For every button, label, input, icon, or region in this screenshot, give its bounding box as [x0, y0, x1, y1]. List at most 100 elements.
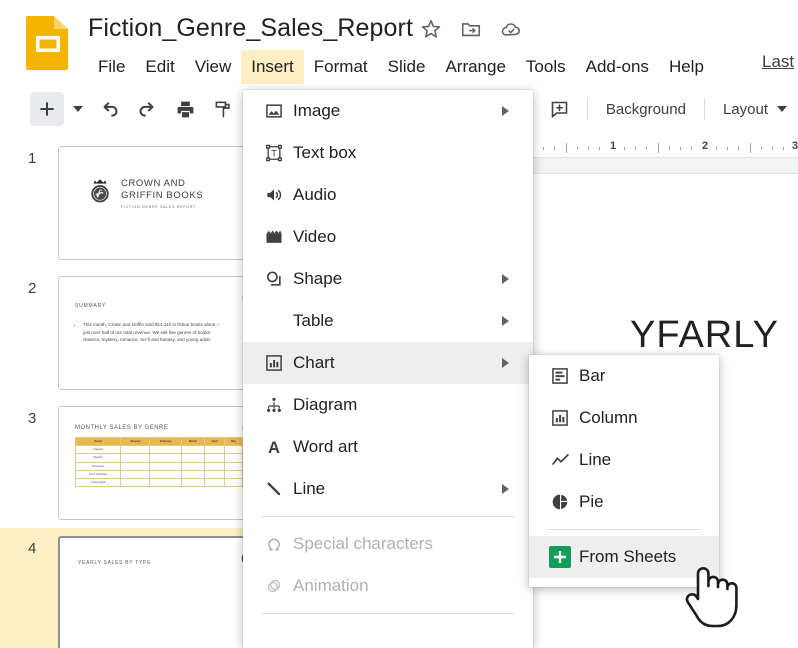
- brand-subtitle: FICTION GENRE SALES REPORT: [121, 205, 196, 209]
- menu-item-label: Chart: [293, 353, 335, 372]
- slide-thumbnail[interactable]: CROWN AND GRIFFIN BOOKS FICTION GENRE SA…: [58, 146, 258, 260]
- menu-item-video[interactable]: Video: [243, 216, 533, 258]
- layout-caret-icon[interactable]: [772, 92, 792, 126]
- menu-help[interactable]: Help: [659, 50, 714, 84]
- filmstrip-slide-1[interactable]: 1 CROWN AND GRIFFIN BOOKS FICTION GENRE …: [0, 138, 258, 268]
- table-cell: [149, 469, 182, 479]
- table-cell: [120, 469, 151, 479]
- submenu-divider: [547, 529, 701, 530]
- table-row: Classics: [74, 445, 243, 455]
- table-cell: [120, 461, 151, 471]
- menu-item-diagram[interactable]: Diagram: [243, 384, 533, 426]
- shape-icon: [255, 269, 293, 289]
- menu-insert[interactable]: Insert: [241, 50, 304, 84]
- table-cell: [149, 477, 182, 488]
- brand-line-2: GRIFFIN BOOKS: [121, 190, 204, 201]
- menu-item-animation: Animation: [243, 565, 533, 607]
- table-cell: [149, 461, 182, 471]
- chart-submenu-panel: Bar Column Line Pie From Sheets: [529, 355, 719, 587]
- slide-number: 3: [28, 410, 37, 427]
- animation-icon: [255, 576, 293, 596]
- menu-edit[interactable]: Edit: [135, 50, 184, 84]
- table-cell: [204, 469, 226, 479]
- submenu-item-bar[interactable]: Bar: [529, 355, 719, 397]
- menu-item-special-characters: Special characters: [243, 523, 533, 565]
- submenu-item-pie[interactable]: Pie: [529, 481, 719, 523]
- menu-format[interactable]: Format: [304, 50, 378, 84]
- print-button[interactable]: [168, 92, 202, 126]
- menu-tools[interactable]: Tools: [516, 50, 576, 84]
- table-header-row: Genre January February March April May: [74, 436, 243, 447]
- diagram-icon: [255, 395, 293, 415]
- table-row: Young adult: [74, 477, 243, 488]
- menu-file[interactable]: File: [88, 50, 135, 84]
- layout-button[interactable]: Layout: [715, 95, 776, 124]
- table-cell: [224, 477, 243, 488]
- menu-item-audio[interactable]: Audio: [243, 174, 533, 216]
- menu-arrange[interactable]: Arrange: [435, 50, 515, 84]
- column-chart-icon: [541, 408, 579, 428]
- canvas-visible-text: YFARLY: [630, 314, 779, 356]
- document-title[interactable]: Fiction_Genre_Sales_Report: [88, 14, 413, 43]
- slide-heading: MONTHLY SALES BY GENRE: [75, 425, 169, 431]
- toolbar-right-group: Background Layout: [502, 92, 792, 126]
- chevron-right-icon: [502, 484, 509, 494]
- redo-button[interactable]: [130, 92, 164, 126]
- svg-text:A: A: [268, 438, 280, 457]
- menu-view[interactable]: View: [185, 50, 242, 84]
- menu-item-table[interactable]: Table: [243, 300, 533, 342]
- table-cell: [224, 445, 243, 455]
- table-cell: [204, 477, 226, 488]
- omega-icon: [255, 534, 293, 554]
- audio-icon: [255, 185, 293, 205]
- menu-slide[interactable]: Slide: [378, 50, 436, 84]
- menu-item-line[interactable]: Line: [243, 468, 533, 510]
- menu-item-image[interactable]: Image: [243, 90, 533, 132]
- slide-thumbnail[interactable]: SUMMARY This month, Crown and Griffin so…: [58, 276, 258, 390]
- menu-item-label: Animation: [293, 576, 369, 595]
- slide-thumbnail[interactable]: YEARLY SALES BY TYPE: [58, 536, 258, 648]
- cloud-saved-icon[interactable]: [500, 18, 522, 40]
- last-edit-link[interactable]: Last: [762, 52, 798, 72]
- image-icon: [255, 101, 293, 121]
- slide-number: 1: [28, 150, 37, 167]
- menu-divider-2: [261, 613, 515, 614]
- star-icon[interactable]: [420, 18, 442, 40]
- menu-item-shape[interactable]: Shape: [243, 258, 533, 300]
- table-cell: Classics: [74, 445, 122, 455]
- move-to-folder-icon[interactable]: [460, 18, 482, 40]
- chart-icon: [255, 353, 293, 373]
- filmstrip-slide-2[interactable]: 2 SUMMARY This month, Crown and Griffin …: [0, 268, 258, 398]
- slide-filmstrip: 1 CROWN AND GRIFFIN BOOKS FICTION GENRE …: [0, 138, 258, 648]
- menu-item-chart[interactable]: Chart: [243, 342, 533, 384]
- menu-item-word-art[interactable]: A Word art: [243, 426, 533, 468]
- submenu-item-line[interactable]: Line: [529, 439, 719, 481]
- table-cell: [180, 453, 206, 463]
- submenu-item-column[interactable]: Column: [529, 397, 719, 439]
- menu-item-label: Diagram: [293, 395, 358, 414]
- line-chart-icon: [541, 450, 579, 471]
- table-cell: [204, 453, 226, 463]
- menu-item-text-box[interactable]: T Text box: [243, 132, 533, 174]
- filmstrip-slide-3[interactable]: 3 MONTHLY SALES BY GENRE Genre January F…: [0, 398, 258, 528]
- new-slide-dropdown[interactable]: [68, 92, 88, 126]
- table-cell: Romance: [74, 461, 122, 471]
- submenu-item-label: Line: [579, 450, 612, 469]
- new-slide-button[interactable]: [30, 92, 64, 126]
- menu-divider: [261, 516, 515, 517]
- toolbar-divider-2: [586, 98, 588, 120]
- background-button[interactable]: Background: [598, 95, 694, 124]
- menu-add-ons[interactable]: Add-ons: [576, 50, 659, 84]
- horizontal-ruler[interactable]: 1 2 3: [530, 138, 798, 158]
- paint-format-button[interactable]: [206, 92, 240, 126]
- filmstrip-slide-4[interactable]: 4 YEARLY SALES BY TYPE: [0, 528, 258, 648]
- chevron-right-icon: [502, 316, 509, 326]
- table-header-cell: May: [224, 436, 243, 447]
- slide-thumbnail[interactable]: MONTHLY SALES BY GENRE Genre January Feb…: [58, 406, 258, 520]
- add-comment-icon[interactable]: [543, 92, 577, 126]
- ruler-indent-band: [530, 158, 798, 174]
- line-icon: [255, 479, 293, 499]
- undo-button[interactable]: [92, 92, 126, 126]
- toolbar-left-group: [30, 92, 240, 126]
- pie-chart-icon: [541, 492, 579, 512]
